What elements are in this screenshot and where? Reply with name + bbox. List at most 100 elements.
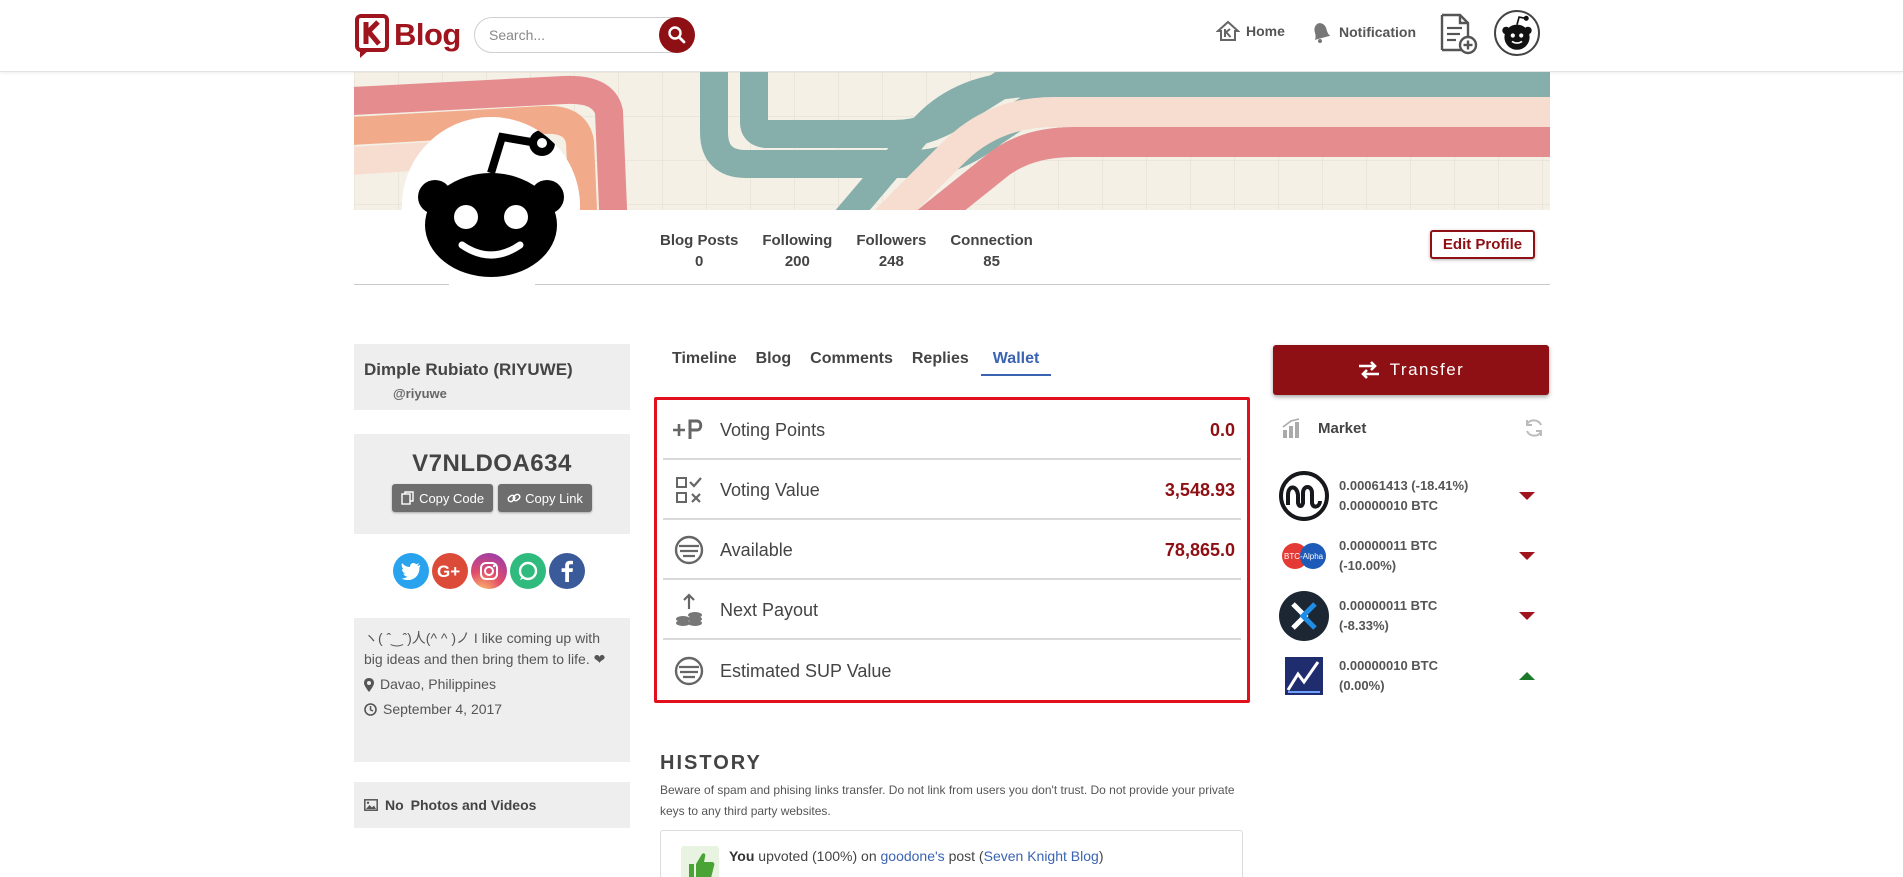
referral-code: V7NLDOA634: [412, 450, 572, 477]
sup-coin-icon: [669, 530, 709, 570]
copy-code-label: Copy Code: [419, 490, 485, 506]
search-button[interactable]: [659, 17, 695, 53]
map-marker-icon: [364, 677, 374, 692]
market-header: Market: [1281, 412, 1545, 444]
google-plus-icon[interactable]: G+: [432, 553, 468, 589]
nav-home[interactable]: Home: [1216, 20, 1285, 42]
referral-code-card: V7NLDOA634 Copy Code Copy Link: [354, 434, 630, 534]
history-user-link[interactable]: goodone's: [881, 848, 945, 864]
site-logo[interactable]: Blog: [354, 13, 461, 58]
media-card[interactable]: No Photos and Videos: [354, 782, 630, 828]
tab-comments[interactable]: Comments: [810, 348, 893, 376]
stat-blog-posts[interactable]: Blog Posts 0: [660, 232, 738, 270]
twitter-icon[interactable]: [393, 553, 429, 589]
market-item[interactable]: 0.00061413 (-18.41%) 0.00000010 BTC: [1279, 470, 1545, 522]
payout-coins-icon: [669, 590, 709, 630]
reddit-alien-icon: [1502, 15, 1532, 50]
image-icon: [364, 799, 378, 811]
stat-connection[interactable]: Connection 85: [950, 232, 1033, 270]
top-header: Blog Home Notification: [0, 0, 1903, 72]
stat-label: Following: [762, 232, 833, 249]
refresh-icon[interactable]: [1523, 417, 1545, 439]
wallet-row-next-payout: Next Payout: [663, 582, 1241, 640]
nav-notification[interactable]: Notification: [1309, 20, 1416, 44]
copy-link-label: Copy Link: [525, 490, 583, 506]
market-item[interactable]: BTC-Alpha 0.00000011 BTC (-10.00%): [1279, 530, 1545, 582]
trend-down-icon: [1519, 492, 1535, 500]
history-entry-text: You upvoted (100%) on goodone's post (Se…: [729, 848, 1104, 864]
new-document-icon: [1440, 13, 1478, 55]
stat-label: Connection: [950, 232, 1033, 249]
svg-text:G+: G+: [437, 562, 460, 580]
clock-icon: [364, 703, 377, 716]
profile-avatar: [402, 117, 580, 295]
coinmarketcap-icon: [1279, 471, 1329, 521]
market-item[interactable]: 0.00000010 BTC (0.00%): [1279, 650, 1545, 702]
new-post-button[interactable]: [1438, 12, 1478, 56]
bar-chart-icon: [1282, 418, 1300, 438]
history-actor: You: [729, 848, 755, 864]
joined-date: September 4, 2017: [383, 701, 503, 717]
bio-text: ヽ( ˆ‿ˆ)人(^ ^ )ノ I like coming up with bi…: [364, 630, 606, 667]
history-post-link[interactable]: Seven Knight Blog: [984, 848, 1099, 864]
profile-divider-gap: [449, 282, 535, 287]
market-line1: 0.00061413 (-18.41%): [1339, 478, 1469, 493]
stat-followers[interactable]: Followers 248: [856, 232, 926, 270]
sup-coin-icon: [669, 651, 709, 691]
user-name-card: Dimple Rubiato (RIYUWE) @riyuwe: [354, 344, 630, 410]
stat-following[interactable]: Following 200: [762, 232, 832, 270]
reddit-alien-icon: [402, 117, 580, 295]
user-avatar[interactable]: [1494, 10, 1540, 56]
tab-replies[interactable]: Replies: [912, 348, 969, 376]
history-action: upvoted (100%) on: [758, 848, 877, 864]
copy-code-button[interactable]: Copy Code: [392, 484, 494, 512]
instagram-icon[interactable]: [471, 553, 507, 589]
search-box: [474, 17, 695, 53]
market-title: Market: [1318, 419, 1367, 437]
wallet-value: 0.0: [1209, 419, 1235, 440]
copy-actions: Copy Code Copy Link: [354, 484, 630, 512]
tab-timeline[interactable]: Timeline: [672, 348, 737, 376]
market-line1: 0.00000011 BTC: [1339, 598, 1438, 613]
trend-down-icon: [1519, 552, 1535, 560]
home-icon: [1216, 20, 1240, 41]
svg-text:BTC-Alpha: BTC-Alpha: [1284, 552, 1324, 561]
location-row: Davao, Philippines: [364, 674, 620, 695]
user-handle: @riyuwe: [393, 386, 447, 401]
market-line1: 0.00000011 BTC: [1339, 538, 1438, 553]
market-line2: 0.00000010 BTC: [1339, 498, 1439, 513]
copy-icon: [401, 491, 414, 505]
transfer-button[interactable]: Transfer: [1273, 345, 1549, 395]
transfer-label: Transfer: [1389, 360, 1465, 379]
exchange-x-icon: [1279, 591, 1329, 641]
stat-value: 85: [983, 253, 1000, 270]
link-icon: [507, 493, 521, 503]
wallet-row-estimated-sup: Estimated SUP Value: [663, 642, 1241, 700]
tab-wallet[interactable]: Wallet: [980, 348, 1052, 376]
wallet-label: Voting Value: [720, 479, 820, 500]
stat-label: Followers: [856, 232, 927, 249]
profile-tabs: Timeline Blog Comments Replies Wallet: [672, 348, 1070, 376]
edit-profile-button[interactable]: Edit Profile: [1430, 230, 1535, 259]
profile-stats: Blog Posts 0 Following 200 Followers 248…: [660, 232, 1057, 270]
btc-alpha-icon: BTC-Alpha: [1279, 531, 1329, 581]
wallet-label: Estimated SUP Value: [720, 660, 892, 681]
market-line2: (-8.33%): [1339, 618, 1389, 633]
thumbs-up-icon: [681, 846, 719, 877]
tab-blog[interactable]: Blog: [756, 348, 792, 376]
joined-row: September 4, 2017: [364, 699, 620, 720]
bell-icon: [1314, 23, 1331, 43]
wallet-panel: Voting Points 0.0 Voting Value 3,548.93 …: [654, 397, 1250, 703]
chat-icon[interactable]: [510, 553, 546, 589]
wallet-label: Available: [720, 539, 793, 560]
facebook-icon[interactable]: [549, 553, 585, 589]
history-title: HISTORY: [660, 752, 762, 774]
media-prefix: No: [385, 797, 404, 813]
plus-p-icon: [669, 410, 709, 450]
copy-link-button[interactable]: Copy Link: [498, 484, 592, 512]
market-item[interactable]: 0.00000011 BTC (-8.33%): [1279, 590, 1545, 642]
history-entry: You upvoted (100%) on goodone's post (Se…: [660, 830, 1243, 877]
search-input[interactable]: [489, 27, 649, 43]
qr-check-icon: [669, 470, 709, 510]
stat-label: Blog Posts: [660, 232, 739, 249]
